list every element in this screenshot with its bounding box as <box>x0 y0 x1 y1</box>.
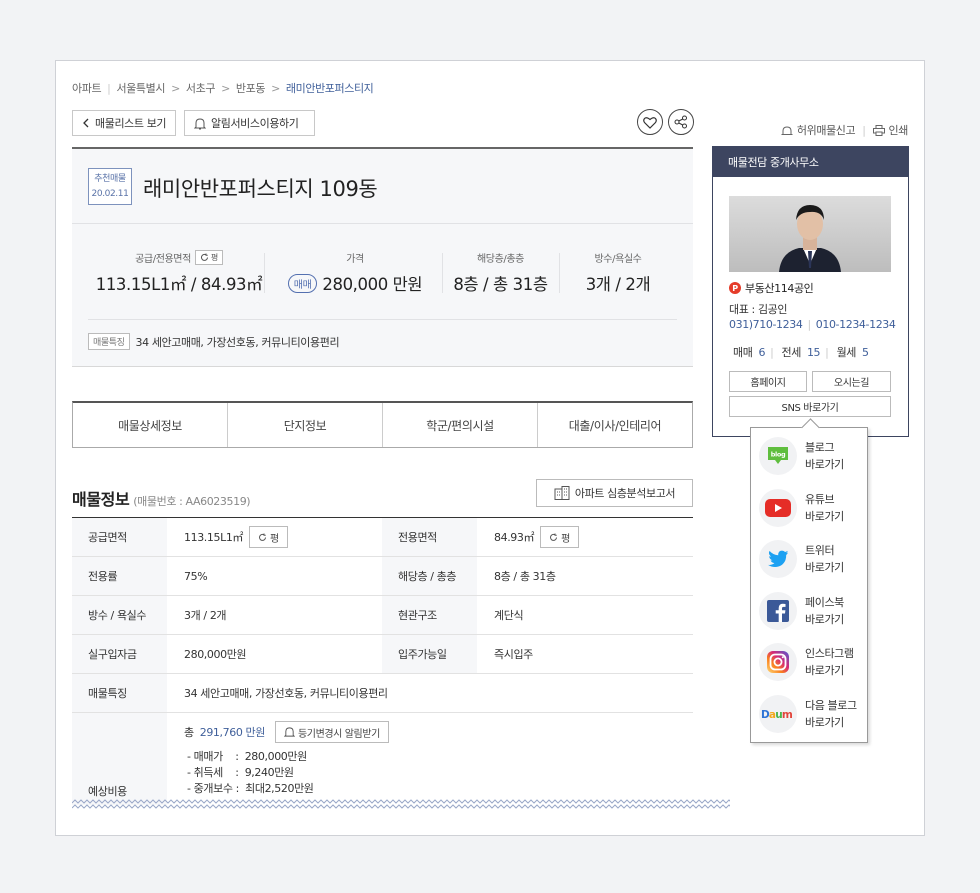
table-row: 매물특징 34 세안고매매, 가장선호동, 커뮤니티이용편리 <box>72 674 693 713</box>
svg-text:Daum: Daum <box>761 709 793 721</box>
svg-text:blog: blog <box>771 451 786 459</box>
agent-name: 부동산114공인 <box>745 282 814 295</box>
listing-title: 래미안반포퍼스티지 109동 <box>143 177 378 201</box>
print-icon <box>872 124 885 136</box>
false-listing-report-link[interactable]: 허위매물신고 <box>797 122 856 138</box>
siren-icon <box>781 125 793 135</box>
table-row: 공급면적 113.15L1㎡ 평 전용면적 84.93㎡ 평 <box>72 518 693 557</box>
table-row: 실구입자금 280,000만원 입주가능일 즉시입주 <box>72 635 693 674</box>
listing-info-table: 공급면적 113.15L1㎡ 평 전용면적 84.93㎡ 평 전용률 75% 해… <box>72 517 693 805</box>
agent-phone-2[interactable]: 010-1234-1234 <box>816 318 896 331</box>
feature-tag: 매물특징 <box>88 333 130 350</box>
sns-item-twitter[interactable]: 트위터 바로가기 <box>759 539 863 579</box>
print-link[interactable]: 인쇄 <box>889 122 909 138</box>
agent-representative: 대표 : 김공인 <box>729 303 788 316</box>
tab-listing-detail[interactable]: 매물상세정보 <box>73 403 228 447</box>
agent-listing-counts: 매매 6 | 전세 15 | 월세 5 <box>733 346 869 359</box>
price-stat: 가격 매매 280,000 만원 <box>268 249 442 295</box>
listing-number: (매물번호 : AA6023519) <box>133 495 251 508</box>
tab-complex-info[interactable]: 단지정보 <box>228 403 383 447</box>
alarm-service-button[interactable]: 알림서비스이용하기 <box>184 110 315 136</box>
chevron-right-icon: > <box>271 81 280 95</box>
sns-popup: blog 블로그 바로가기 유튜브 바로가기 트위터 바로가기 페이스북 바로가기 인스… <box>750 427 868 743</box>
share-button[interactable] <box>668 109 694 135</box>
instagram-icon <box>767 651 789 673</box>
daum-icon: Daum <box>761 709 794 721</box>
p-logo-icon: P <box>729 282 741 294</box>
deep-analysis-report-button[interactable]: 아파트 심층분석보고서 <box>536 479 693 507</box>
detail-tabs: 매물상세정보 단지정보 학군/편의시설 대출/이사/인테리어 <box>72 401 693 448</box>
total-cost: 291,760 만원 <box>199 726 266 739</box>
breadcrumb-item-complex[interactable]: 래미안반포퍼스티지 <box>286 80 374 96</box>
table-row: 전용률 75% 해당층 / 총층 8층 / 총 31층 <box>72 557 693 596</box>
breadcrumb-item-apt[interactable]: 아파트 <box>72 80 102 96</box>
top-links: 허위매물신고 | 인쇄 <box>781 122 908 138</box>
sns-item-blog[interactable]: blog 블로그 바로가기 <box>759 436 863 476</box>
sns-item-youtube[interactable]: 유튜브 바로가기 <box>759 488 863 528</box>
chevron-right-icon: > <box>221 81 230 95</box>
refresh-icon <box>259 533 267 541</box>
expected-cost-row: 예상비용 총 291,760 만원 등기변경시 알림받기 - 매매가 : 280… <box>72 713 693 805</box>
listing-features: 매물특징 34 세안고매매, 가장선호동, 커뮤니티이용편리 <box>88 333 340 350</box>
deal-type-badge: 매매 <box>287 273 318 293</box>
unit-toggle-button[interactable]: 평 <box>249 526 288 548</box>
chevron-right-icon: > <box>171 81 180 95</box>
sns-button[interactable]: SNS 바로가기 <box>729 396 891 417</box>
heart-icon <box>643 116 657 129</box>
agent-card-header: 매물전담 중개사무소 <box>713 147 908 177</box>
breadcrumb-item-dong[interactable]: 반포동 <box>236 80 266 96</box>
table-row: 방수 / 욕실수 3개 / 2개 현관구조 계단식 <box>72 596 693 635</box>
registry-change-alarm-button[interactable]: 등기변경시 알림받기 <box>274 721 389 743</box>
chevron-left-icon <box>83 118 89 128</box>
twitter-icon <box>768 550 788 567</box>
recommended-badge: 추천매물 20.02.11 <box>88 168 132 205</box>
refresh-icon <box>200 253 208 261</box>
breadcrumb-item-city[interactable]: 서울특별시 <box>116 80 165 96</box>
agent-photo <box>729 196 891 272</box>
room-stat: 방수/욕실수 3개 / 2개 <box>585 253 651 295</box>
tab-loan-moving-interior[interactable]: 대출/이사/인테리어 <box>538 403 692 447</box>
building-icon <box>554 486 570 500</box>
breadcrumb: 아파트 | 서울특별시 > 서초구 > 반포동 > 래미안반포퍼스티지 <box>72 80 374 96</box>
listing-list-button[interactable]: 매물리스트 보기 <box>72 110 177 136</box>
homepage-button[interactable]: 홈페이지 <box>729 371 807 392</box>
bell-icon <box>194 117 206 129</box>
youtube-icon <box>765 499 791 517</box>
favorite-button[interactable] <box>637 109 663 135</box>
floor-stat: 해당층/총층 8층 / 총 31층 <box>453 253 548 295</box>
area-stat: 공급/전용면적 평 113.15L1㎡ / 84.93㎡ <box>94 249 264 295</box>
unit-toggle-button[interactable]: 평 <box>540 526 579 548</box>
bell-icon <box>283 727 295 737</box>
blog-icon: blog <box>768 447 788 464</box>
sns-item-daum[interactable]: Daum 다음 블로그 바로가기 <box>759 694 863 734</box>
sns-item-facebook[interactable]: 페이스북 바로가기 <box>759 591 863 631</box>
unit-toggle-button[interactable]: 평 <box>194 249 223 265</box>
facebook-icon <box>767 600 789 622</box>
share-icon <box>674 115 687 129</box>
refresh-icon <box>550 533 558 541</box>
page-frame: 아파트 | 서울특별시 > 서초구 > 반포동 > 래미안반포퍼스티지 매물리스트 보기… <box>55 60 925 836</box>
agent-phone-1[interactable]: 031)710-1234 <box>729 318 803 331</box>
sns-item-instagram[interactable]: 인스타그램 바로가기 <box>759 642 863 682</box>
listing-summary: 추천매물 20.02.11 래미안반포퍼스티지 109동 공급/전용면적 평 1… <box>72 147 693 367</box>
agent-card: 매물전담 중개사무소 P 부동산114공인 대표 : 김공인 031)710-1… <box>712 146 909 437</box>
breadcrumb-item-district[interactable]: 서초구 <box>186 80 216 96</box>
agent-phones: 031)710-1234 | 010-1234-1234 <box>729 318 896 331</box>
tab-school-facilities[interactable]: 학군/편의시설 <box>383 403 538 447</box>
directions-button[interactable]: 오시는길 <box>812 371 891 392</box>
content-cutoff-wave <box>72 799 730 809</box>
section-title: 매물정보 (매물번호 : AA6023519) <box>72 490 251 509</box>
